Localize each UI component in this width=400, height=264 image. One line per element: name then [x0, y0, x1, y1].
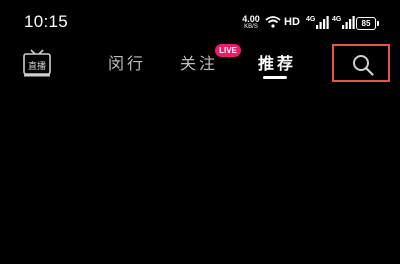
live-badge: LIVE [215, 44, 241, 57]
active-tab-indicator [263, 76, 287, 79]
search-button[interactable] [332, 44, 390, 82]
svg-text:4G: 4G [332, 16, 342, 23]
signal-icon: 4G [332, 16, 355, 29]
wifi-icon [265, 16, 281, 28]
svg-text:4G: 4G [306, 16, 316, 23]
clock: 10:15 [24, 12, 69, 31]
battery-indicator: 85 [356, 17, 379, 30]
tab-recommended[interactable]: 推荐 [258, 50, 296, 74]
network-speed: 4.00 KB/S [240, 15, 262, 31]
live-tv-icon[interactable]: 直播 [22, 48, 52, 78]
tab-minhang[interactable]: 闵行 [108, 50, 146, 74]
signal-icon: 4G [306, 16, 329, 29]
network-speed-unit: KB/S [244, 24, 258, 30]
live-tv-label: 直播 [28, 60, 46, 72]
top-nav: 直播 闵行 关注 LIVE 推荐 [0, 44, 400, 84]
network-speed-value: 4.00 [242, 14, 260, 24]
tab-following[interactable]: 关注 [180, 50, 218, 74]
status-bar: 10:15 4.00 KB/S HD 4G 4G 85 [0, 0, 400, 44]
hd-label: HD [284, 16, 300, 28]
search-icon [353, 55, 374, 76]
